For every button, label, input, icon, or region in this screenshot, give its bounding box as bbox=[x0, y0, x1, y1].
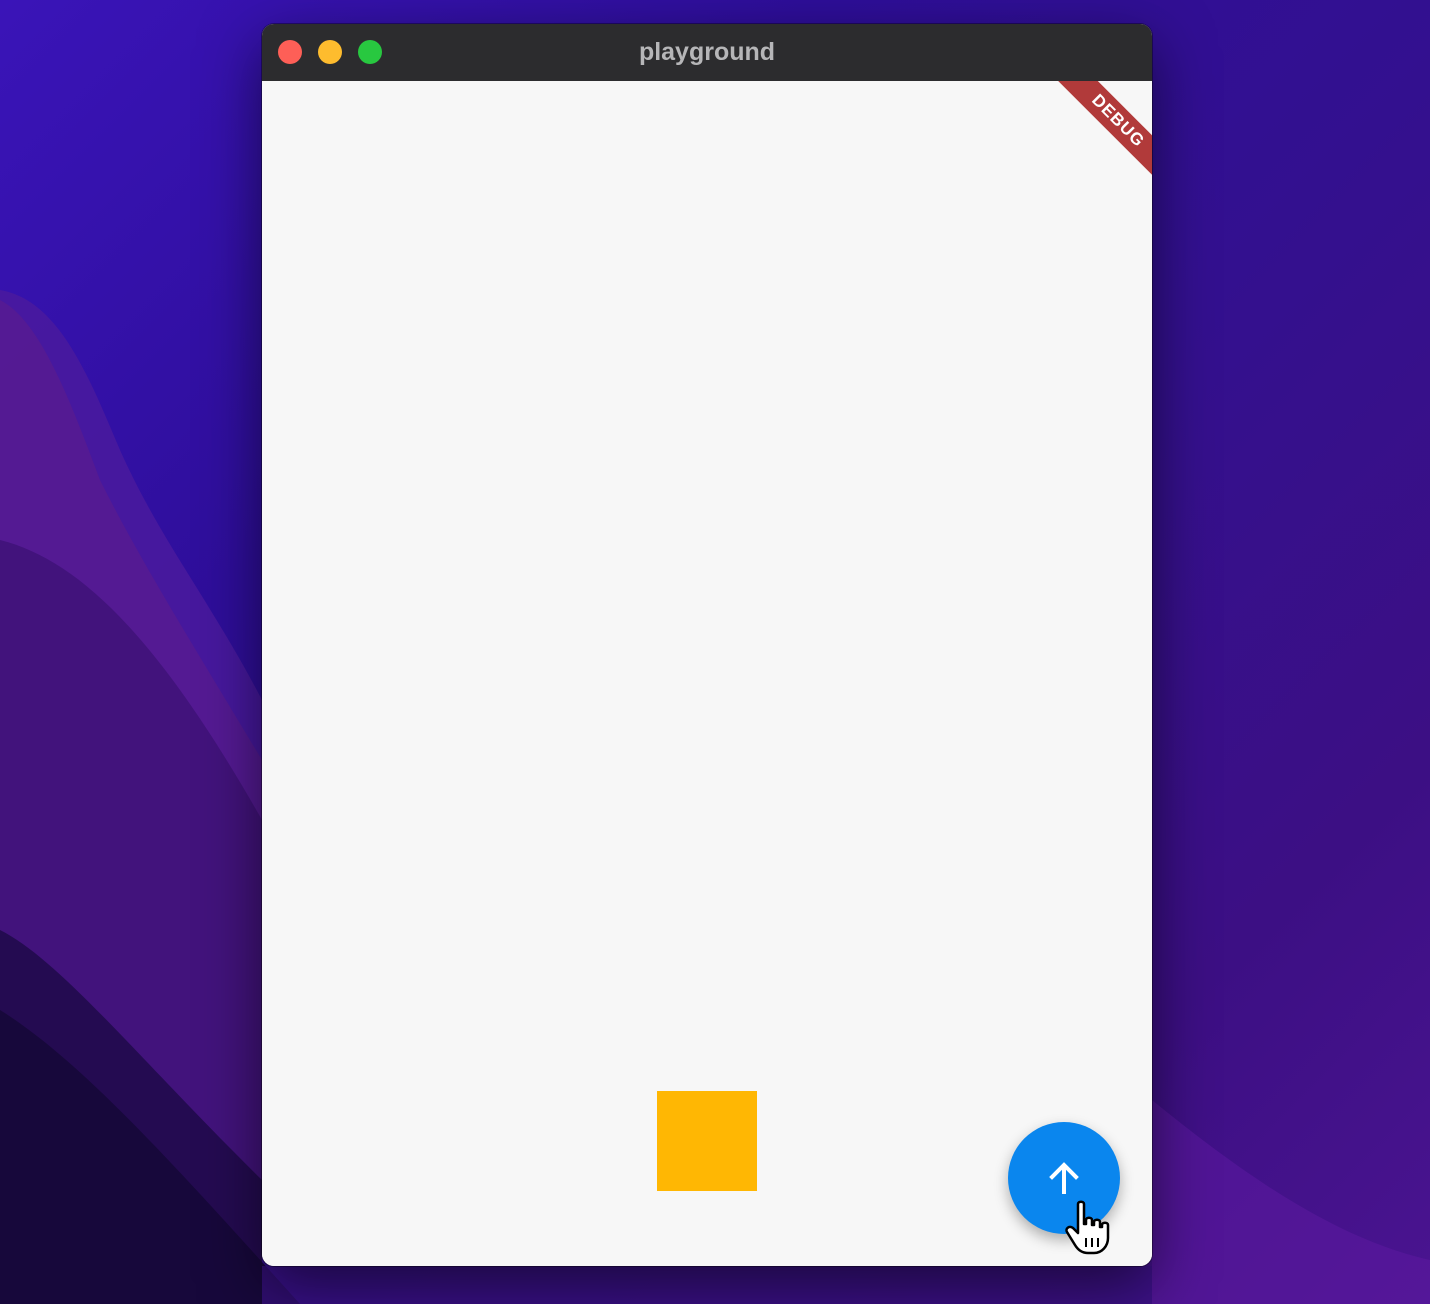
hand-pointer-icon bbox=[1065, 1200, 1110, 1255]
debug-banner: DEBUG bbox=[1032, 81, 1152, 201]
title-bar[interactable]: playground bbox=[262, 24, 1152, 82]
window-title: playground bbox=[638, 38, 776, 66]
arrow-up-icon bbox=[1049, 1162, 1079, 1194]
app-content: DEBUG bbox=[262, 81, 1152, 1266]
debug-banner-label: DEBUG bbox=[1051, 81, 1152, 188]
animated-square bbox=[657, 1091, 757, 1191]
app-window: playground DEBUG bbox=[262, 24, 1152, 1266]
